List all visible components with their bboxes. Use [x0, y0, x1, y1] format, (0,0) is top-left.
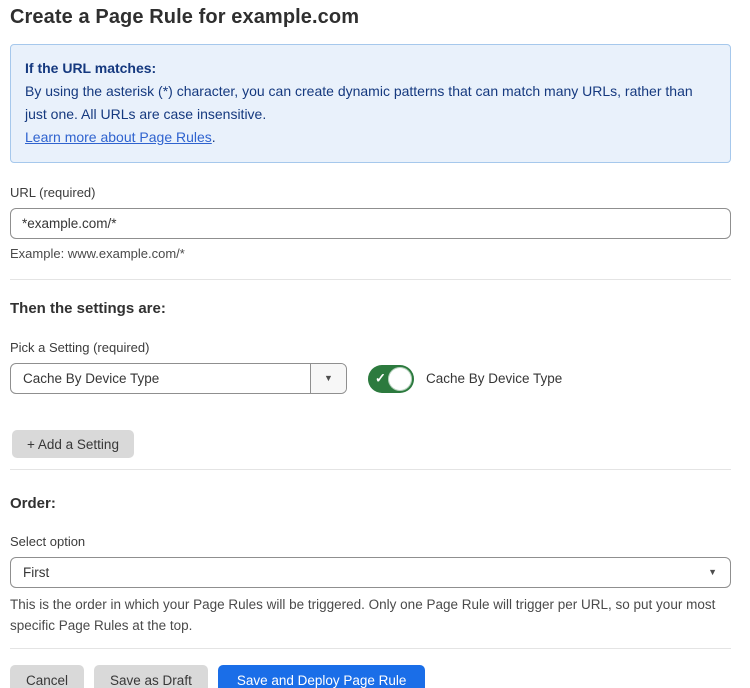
- setting-select-value: Cache By Device Type: [11, 364, 310, 393]
- pick-setting-label: Pick a Setting (required): [10, 340, 731, 355]
- create-page-rule-panel: Create a Page Rule for example.com If th…: [0, 0, 750, 688]
- toggle-knob: [388, 367, 412, 391]
- order-select-label: Select option: [10, 534, 731, 549]
- save-as-draft-button[interactable]: Save as Draft: [94, 665, 208, 688]
- order-section-heading: Order:: [10, 495, 731, 512]
- chevron-down-icon: ▼: [324, 374, 333, 383]
- settings-section-heading: Then the settings are:: [10, 300, 731, 317]
- divider: [10, 469, 731, 470]
- link-suffix: .: [212, 129, 216, 145]
- info-box-heading: If the URL matches:: [25, 57, 716, 80]
- setting-row: Cache By Device Type ▼ ✓ Cache By Device…: [10, 363, 731, 394]
- footer-button-row: Cancel Save as Draft Save and Deploy Pag…: [10, 665, 731, 688]
- url-field-label: URL (required): [10, 185, 731, 200]
- save-and-deploy-button[interactable]: Save and Deploy Page Rule: [218, 665, 426, 688]
- url-match-info-box: If the URL matches: By using the asteris…: [10, 44, 731, 163]
- setting-select-arrow-button[interactable]: ▼: [310, 364, 346, 393]
- cancel-button[interactable]: Cancel: [10, 665, 84, 688]
- order-select-value: First: [23, 565, 49, 580]
- url-input[interactable]: [10, 208, 731, 239]
- order-select[interactable]: First ▼: [10, 557, 731, 588]
- divider: [10, 279, 731, 280]
- chevron-down-icon: ▼: [708, 568, 717, 577]
- info-box-link-line: Learn more about Page Rules.: [25, 126, 716, 149]
- add-setting-button[interactable]: + Add a Setting: [12, 430, 134, 458]
- info-box-body: By using the asterisk (*) character, you…: [25, 80, 716, 126]
- cache-by-device-type-toggle[interactable]: ✓: [368, 365, 414, 393]
- learn-more-link[interactable]: Learn more about Page Rules: [25, 129, 212, 145]
- setting-select[interactable]: Cache By Device Type ▼: [10, 363, 347, 394]
- toggle-label: Cache By Device Type: [426, 371, 562, 386]
- order-help-text: This is the order in which your Page Rul…: [10, 594, 730, 636]
- page-title: Create a Page Rule for example.com: [10, 6, 731, 29]
- url-example-text: Example: www.example.com/*: [10, 246, 731, 261]
- check-icon: ✓: [375, 370, 386, 386]
- divider: [10, 648, 731, 649]
